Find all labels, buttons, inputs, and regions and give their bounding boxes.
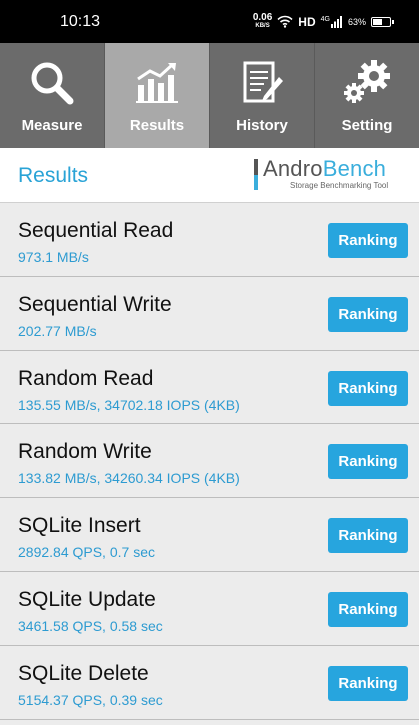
hd-indicator: HD	[298, 14, 316, 29]
result-row-sequential-read: Sequential Read 973.1 MB/s Ranking	[0, 203, 419, 277]
network-speed: 0.06 KB/S	[252, 11, 273, 30]
history-icon	[239, 55, 285, 111]
ranking-button[interactable]: Ranking	[328, 518, 408, 554]
chart-icon	[134, 55, 180, 111]
signal-icon: 4G	[320, 15, 343, 28]
result-name: Random Write	[18, 440, 152, 464]
logo-name-part1: Andro	[263, 156, 323, 181]
result-name: Random Read	[18, 366, 154, 390]
androbench-logo: AndroBench Storage Benchmarking Tool	[254, 157, 402, 193]
result-row-random-read: Random Read 135.55 MB/s, 34702.18 IOPS (…	[0, 351, 419, 425]
logo-name: AndroBench	[263, 157, 386, 181]
signal-label: 4G	[320, 15, 330, 23]
tab-measure-label: Measure	[21, 117, 83, 134]
results-header: Results AndroBench Storage Benchmarking …	[0, 148, 419, 203]
logo-tagline: Storage Benchmarking Tool	[290, 181, 389, 190]
status-bar: 10:13 0.06 KB/S HD 4G 63%	[0, 0, 419, 43]
network-speed-value: 0.06	[252, 11, 273, 23]
result-value: 3461.58 QPS, 0.58 sec	[18, 617, 163, 634]
result-value: 5154.37 QPS, 0.39 sec	[18, 691, 163, 708]
tab-history-label: History	[236, 117, 288, 134]
logo-mark	[254, 159, 258, 190]
tab-setting[interactable]: Setting	[315, 43, 419, 148]
tab-bar: Measure Results History Setting	[0, 43, 419, 148]
result-name: SQLite Update	[18, 587, 156, 611]
page-title: Results	[18, 164, 89, 187]
result-name: Sequential Read	[18, 219, 174, 242]
tab-results-label: Results	[129, 117, 185, 134]
ranking-button[interactable]: Ranking	[328, 444, 408, 480]
result-value: 2892.84 QPS, 0.7 sec	[18, 544, 155, 561]
result-name: Sequential Write	[18, 292, 172, 316]
result-value: 202.77 MB/s	[18, 322, 97, 339]
wifi-icon	[277, 15, 293, 28]
signal-bars-icon	[330, 15, 342, 28]
tab-measure[interactable]: Measure	[0, 43, 105, 148]
battery-percent: 63%	[347, 16, 366, 27]
result-name: SQLite Insert	[18, 514, 141, 538]
battery-fill	[373, 18, 382, 25]
result-row-sqlite-insert: SQLite Insert 2892.84 QPS, 0.7 sec Ranki…	[0, 498, 419, 572]
result-value: 133.82 MB/s, 34260.34 IOPS (4KB)	[18, 470, 240, 487]
status-icons: 0.06 KB/S HD 4G 63%	[252, 0, 394, 43]
ranking-button[interactable]: Ranking	[328, 296, 408, 332]
ranking-button[interactable]: Ranking	[328, 665, 408, 701]
result-row-sequential-write: Sequential Write 202.77 MB/s Ranking	[0, 277, 419, 351]
ranking-button[interactable]: Ranking	[328, 223, 408, 258]
results-list: Sequential Read 973.1 MB/s Ranking Seque…	[0, 203, 419, 720]
result-value: 135.55 MB/s, 34702.18 IOPS (4KB)	[18, 396, 240, 413]
search-icon	[28, 55, 76, 111]
tab-history[interactable]: History	[210, 43, 315, 148]
battery-icon	[371, 16, 394, 27]
ranking-button[interactable]: Ranking	[328, 370, 408, 406]
tab-setting-label: Setting	[341, 117, 393, 134]
logo-name-part2: Bench	[322, 156, 387, 181]
result-row-sqlite-delete: SQLite Delete 5154.37 QPS, 0.39 sec Rank…	[0, 646, 419, 720]
network-speed-unit: KB/S	[255, 22, 270, 29]
result-row-sqlite-update: SQLite Update 3461.58 QPS, 0.58 sec Rank…	[0, 572, 419, 646]
result-value: 973.1 MB/s	[18, 249, 89, 265]
result-name: SQLite Delete	[18, 661, 149, 685]
ranking-button[interactable]: Ranking	[328, 591, 408, 627]
gear-icon	[341, 55, 393, 111]
result-row-random-write: Random Write 133.82 MB/s, 34260.34 IOPS …	[0, 424, 419, 499]
tab-results[interactable]: Results	[105, 43, 210, 148]
status-time: 10:13	[60, 13, 101, 30]
